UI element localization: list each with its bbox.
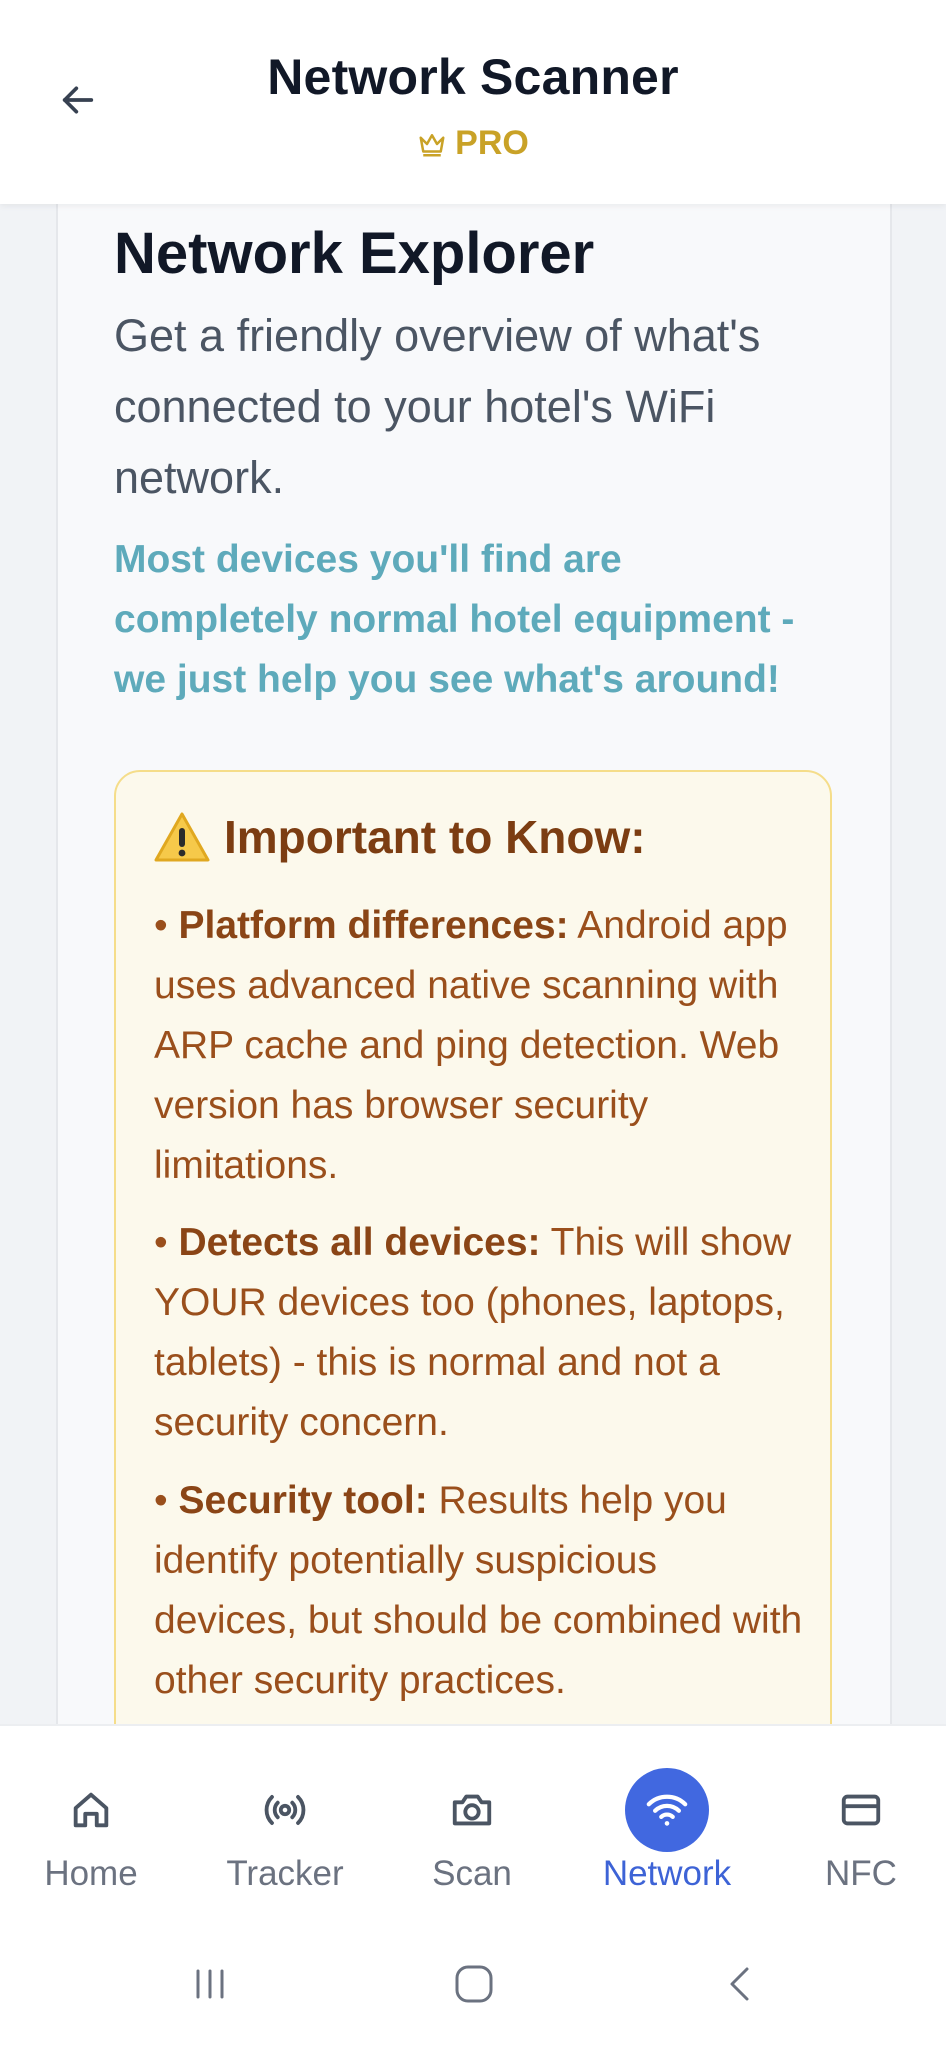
broadcast-icon	[264, 1795, 306, 1825]
system-home-button[interactable]	[444, 1954, 504, 2014]
bullet: •	[154, 904, 168, 947]
nav-home[interactable]: Home	[6, 1726, 176, 1916]
nav-nfc[interactable]: NFC	[776, 1726, 946, 1916]
notice-item-label: Security tool:	[178, 1479, 428, 1522]
app-header: Network Scanner PRO	[0, 0, 946, 204]
scroll-content[interactable]: Network Explorer Get a friendly overview…	[0, 204, 946, 1724]
warning-icon	[154, 812, 210, 862]
wifi-icon	[646, 1794, 688, 1826]
explorer-note: Most devices you'll find are completely …	[114, 538, 795, 701]
nav-scan[interactable]: Scan	[387, 1726, 557, 1916]
explorer-title: Network Explorer	[114, 221, 595, 286]
notice-item-label: Detects all devices:	[178, 1221, 541, 1264]
nav-network[interactable]: Network	[582, 1726, 752, 1916]
back-chevron-icon	[730, 1967, 749, 2001]
recent-apps-icon	[196, 1969, 224, 1999]
explorer-description: Get a friendly overview of what's connec…	[114, 310, 761, 503]
pro-badge: PRO	[0, 124, 946, 163]
nav-tracker[interactable]: Tracker	[200, 1726, 370, 1916]
important-notice-box: Important to Know: • Platform difference…	[114, 770, 832, 1724]
notice-item-devices: • Detects all devices: This will show YO…	[154, 1213, 804, 1453]
camera-icon	[452, 1794, 492, 1826]
nav-label: Scan	[432, 1854, 512, 1893]
bottom-navigation: Home Tracker Scan Network NFC	[0, 1724, 946, 1916]
bullet: •	[154, 1479, 168, 1522]
system-back-button[interactable]	[710, 1954, 770, 2014]
page-title: Network Scanner	[267, 49, 679, 105]
notice-item-security: • Security tool: Results help you identi…	[154, 1471, 804, 1711]
card-icon	[841, 1794, 881, 1826]
nav-label: NFC	[825, 1854, 897, 1893]
notice-item-platform: • Platform differences: Android app uses…	[154, 896, 804, 1196]
crown-icon	[419, 133, 445, 156]
bullet: •	[154, 1221, 168, 1264]
nav-label: Tracker	[226, 1854, 344, 1893]
home-circle-icon	[455, 1965, 493, 2003]
system-navigation-bar	[0, 1914, 946, 2049]
recent-apps-button[interactable]	[180, 1954, 240, 2014]
notice-title: Important to Know:	[224, 811, 646, 863]
nav-label: Home	[44, 1854, 138, 1893]
home-icon	[73, 1792, 109, 1828]
pro-badge-label: PRO	[455, 124, 529, 162]
nav-active-indicator	[625, 1768, 709, 1852]
explorer-card: Network Explorer Get a friendly overview…	[56, 204, 892, 1724]
notice-heading: Important to Know:	[154, 810, 646, 864]
notice-item-label: Platform differences:	[178, 904, 569, 947]
nav-label: Network	[602, 1854, 732, 1893]
